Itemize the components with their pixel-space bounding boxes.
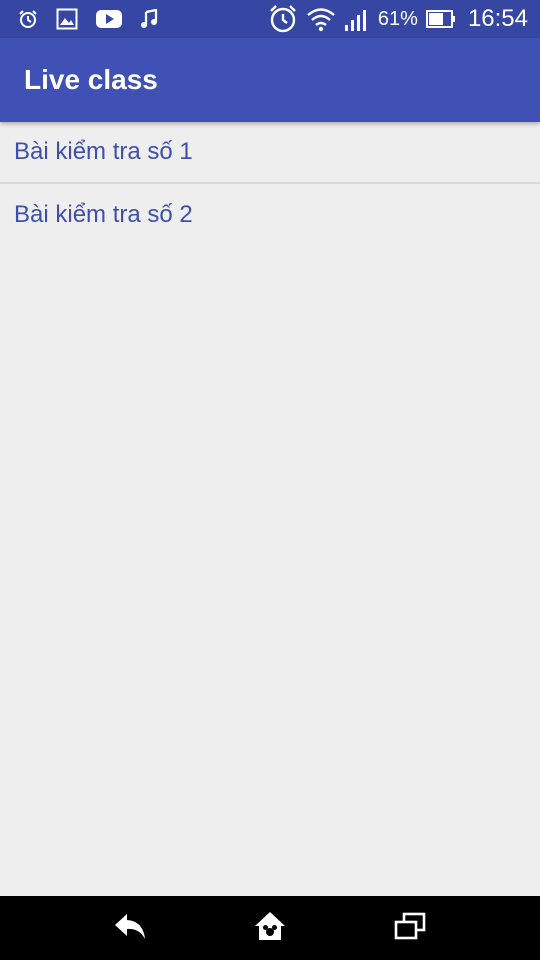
home-icon bbox=[253, 910, 287, 947]
recents-icon bbox=[394, 912, 426, 945]
list-item-label: Bài kiểm tra số 2 bbox=[14, 201, 193, 228]
status-system: 61% 16:54 bbox=[268, 4, 528, 34]
image-icon bbox=[56, 8, 78, 30]
music-note-icon bbox=[140, 9, 158, 29]
back-button[interactable] bbox=[100, 898, 160, 958]
battery-icon bbox=[425, 9, 456, 29]
wifi-icon bbox=[306, 6, 336, 32]
alarm-icon bbox=[268, 4, 298, 34]
recents-button[interactable] bbox=[380, 898, 440, 958]
alarm-icon bbox=[18, 9, 38, 29]
signal-icon bbox=[344, 6, 370, 32]
navigation-bar bbox=[0, 896, 540, 960]
home-button[interactable] bbox=[240, 898, 300, 958]
list-item[interactable]: Bài kiểm tra số 1 bbox=[0, 122, 540, 184]
app-bar: Live class bbox=[0, 38, 540, 122]
status-notifications bbox=[18, 8, 158, 30]
youtube-icon bbox=[96, 9, 122, 29]
list-item-label: Bài kiểm tra số 1 bbox=[14, 138, 193, 165]
back-icon bbox=[113, 912, 147, 945]
status-bar: 61% 16:54 bbox=[0, 0, 540, 38]
list-item[interactable]: Bài kiểm tra số 2 bbox=[0, 184, 540, 246]
battery-percentage: 61% bbox=[377, 7, 418, 30]
test-list: Bài kiểm tra số 1 Bài kiểm tra số 2 bbox=[0, 122, 540, 246]
clock: 16:54 bbox=[467, 5, 528, 32]
page-title: Live class bbox=[24, 64, 158, 95]
